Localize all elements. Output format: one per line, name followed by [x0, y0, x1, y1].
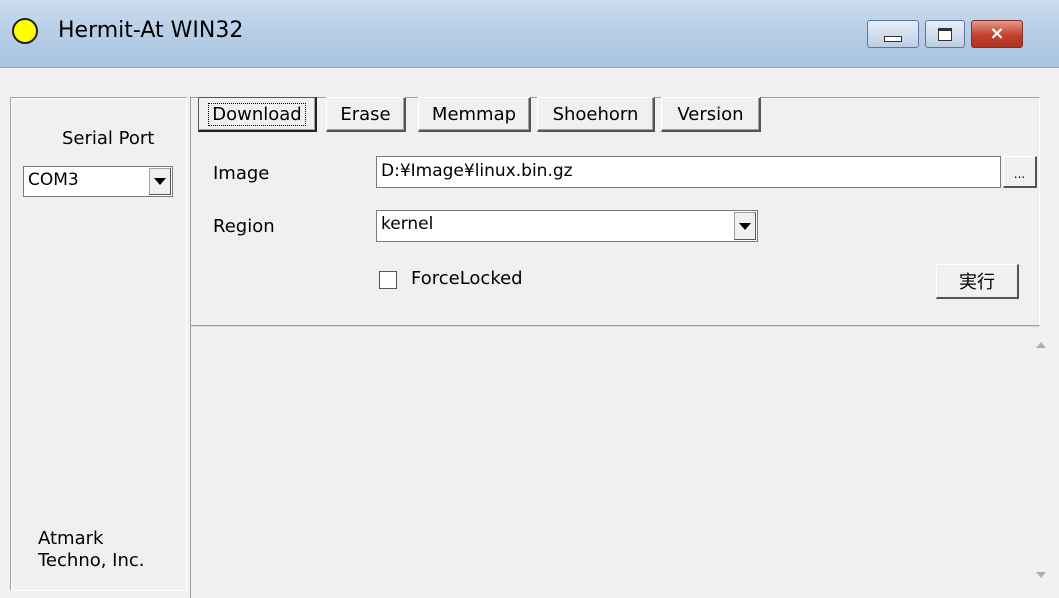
title-bar[interactable]: Hermit-At WIN32 ×	[0, 0, 1059, 68]
window-title: Hermit-At WIN32	[58, 18, 244, 43]
minimize-icon	[884, 36, 902, 42]
log-output[interactable]	[190, 326, 1040, 598]
serial-port-value: COM3	[28, 170, 79, 190]
close-button[interactable]: ×	[971, 20, 1023, 48]
company-name: Atmark Techno, Inc.	[38, 528, 145, 572]
browse-button[interactable]: ...	[1003, 156, 1037, 188]
close-icon: ×	[989, 23, 1005, 44]
scroll-down-icon[interactable]	[1036, 572, 1046, 578]
tab-shoehorn[interactable]: Shoehorn	[537, 97, 655, 132]
image-path-field[interactable]: D:¥Image¥linux.bin.gz	[376, 156, 1001, 188]
image-label: Image	[213, 163, 270, 184]
maximize-button[interactable]	[925, 20, 965, 48]
run-button[interactable]: 実行	[936, 264, 1019, 299]
scroll-up-icon[interactable]	[1036, 342, 1046, 348]
tab-erase[interactable]: Erase	[326, 97, 406, 132]
region-select[interactable]: kernel	[376, 210, 758, 242]
app-circle-icon	[12, 18, 38, 44]
tab-memmap[interactable]: Memmap	[418, 97, 531, 132]
region-value: kernel	[381, 214, 434, 234]
company-line-1: Atmark	[38, 528, 104, 549]
maximize-icon	[938, 27, 952, 41]
chevron-down-icon	[154, 178, 166, 185]
tab-version[interactable]: Version	[661, 97, 761, 132]
company-line-2: Techno, Inc.	[38, 550, 145, 571]
tab-download-label: Download	[208, 102, 306, 126]
force-locked-label[interactable]: ForceLocked	[411, 268, 523, 289]
log-scrollbar[interactable]	[1029, 330, 1055, 598]
tab-download[interactable]: Download	[198, 97, 317, 132]
serial-port-label: Serial Port	[62, 128, 155, 149]
dropdown-arrow-button[interactable]	[734, 212, 756, 240]
chevron-down-icon	[739, 222, 751, 230]
minimize-button[interactable]	[867, 20, 919, 48]
dropdown-arrow-button[interactable]	[149, 168, 171, 195]
hermit-window: Hermit-At WIN32 × Serial Port COM3 Atmar…	[0, 0, 1059, 598]
serial-port-select[interactable]: COM3	[23, 166, 173, 197]
region-label: Region	[213, 216, 275, 237]
force-locked-checkbox[interactable]	[379, 271, 397, 289]
